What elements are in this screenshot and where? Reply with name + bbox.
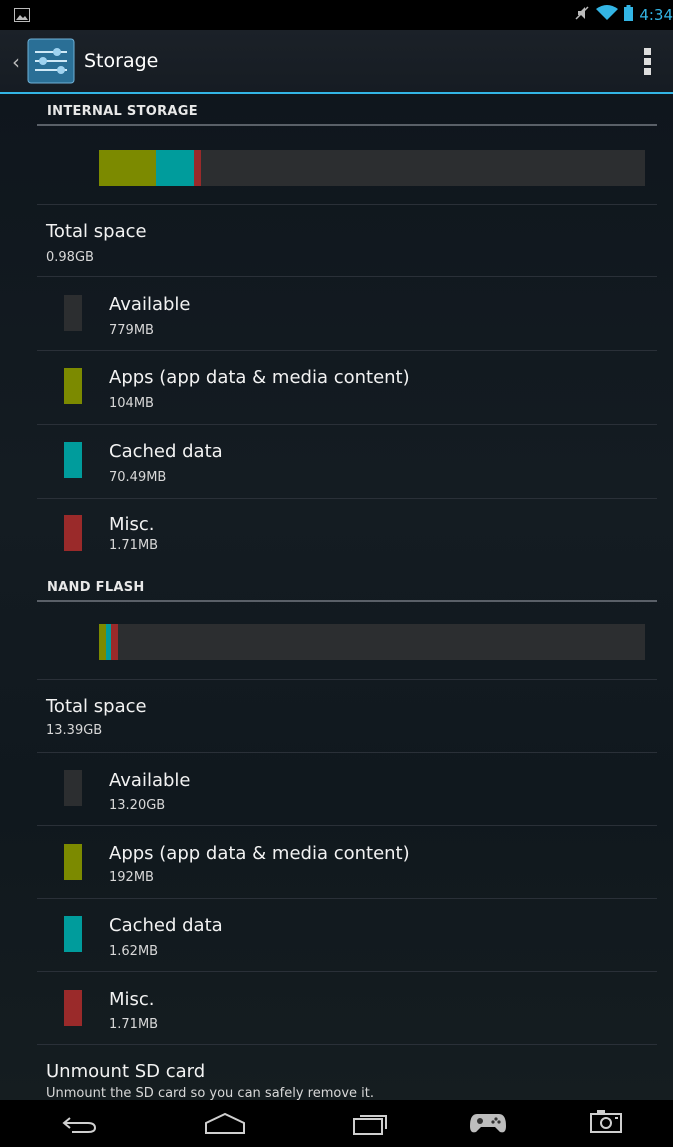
item-value: 1.71MB — [109, 1017, 159, 1032]
navigation-bar — [0, 1100, 673, 1147]
divider — [37, 204, 657, 205]
storage-list[interactable]: INTERNAL STORAGE Total space 0.98GB Avai… — [0, 94, 673, 1100]
usage-seg-apps — [99, 150, 156, 186]
cached-swatch — [64, 916, 82, 952]
mute-icon — [574, 5, 590, 25]
misc-swatch — [64, 515, 82, 551]
gamepad-icon[interactable] — [469, 1110, 507, 1140]
status-icons: 4:34 — [574, 5, 673, 25]
item-value: 70.49MB — [109, 470, 167, 485]
divider — [37, 498, 657, 499]
section-header-label: NAND FLASH — [47, 580, 145, 595]
misc-swatch — [64, 990, 82, 1026]
item-label: Apps (app data & media content) — [109, 843, 410, 864]
usage-seg-misc — [194, 150, 201, 186]
total-space-value: 0.98GB — [46, 250, 94, 265]
overflow-menu-icon[interactable] — [644, 48, 652, 80]
item-label: Available — [109, 770, 191, 791]
total-space-value: 13.39GB — [46, 723, 103, 738]
item-label: Cached data — [109, 915, 223, 936]
divider — [37, 752, 657, 753]
available-swatch — [64, 770, 82, 806]
item-value: 192MB — [109, 870, 154, 885]
section-header-nand: NAND FLASH — [37, 570, 657, 602]
apps-swatch — [64, 368, 82, 404]
section-header-label: INTERNAL STORAGE — [47, 104, 198, 119]
cached-swatch — [64, 442, 82, 478]
item-value: 1.62MB — [109, 944, 159, 959]
divider — [37, 898, 657, 899]
divider — [37, 276, 657, 277]
total-space-label: Total space — [46, 221, 147, 242]
settings-app-icon[interactable] — [27, 38, 75, 88]
apps-swatch — [64, 844, 82, 880]
unmount-subtitle: Unmount the SD card so you can safely re… — [46, 1086, 375, 1100]
battery-icon — [624, 5, 634, 25]
status-time: 4:34 — [639, 6, 673, 24]
status-bar: 4:34 — [0, 0, 673, 30]
action-bar: ‹ Storage — [0, 30, 673, 94]
divider — [37, 1044, 657, 1045]
item-label: Misc. — [109, 989, 155, 1010]
available-swatch — [64, 295, 82, 331]
back-icon[interactable] — [62, 1114, 98, 1138]
recent-apps-icon[interactable] — [352, 1112, 390, 1140]
usage-seg-misc — [111, 624, 118, 660]
item-label: Available — [109, 294, 191, 315]
usage-bar-internal — [99, 150, 645, 186]
usage-seg-cached — [156, 150, 194, 186]
wifi-icon — [596, 5, 619, 25]
divider — [37, 971, 657, 972]
item-value: 104MB — [109, 396, 154, 411]
item-value: 1.71MB — [109, 538, 159, 553]
total-space-label: Total space — [46, 696, 147, 717]
back-caret-icon[interactable]: ‹ — [12, 52, 20, 72]
item-label: Cached data — [109, 441, 223, 462]
screenshot-icon[interactable] — [589, 1108, 623, 1138]
item-value: 13.20GB — [109, 798, 166, 813]
unmount-title: Unmount SD card — [46, 1061, 206, 1082]
divider — [37, 679, 657, 680]
divider — [37, 350, 657, 351]
page-title: Storage — [84, 50, 159, 72]
divider — [37, 424, 657, 425]
item-label: Misc. — [109, 514, 155, 535]
home-icon[interactable] — [204, 1112, 246, 1140]
item-value: 779MB — [109, 323, 154, 338]
usage-bar-nand — [99, 624, 645, 660]
picture-icon — [14, 7, 30, 26]
divider — [37, 825, 657, 826]
usage-seg-apps — [99, 624, 106, 660]
item-label: Apps (app data & media content) — [109, 367, 410, 388]
section-header-internal: INTERNAL STORAGE — [37, 94, 657, 126]
